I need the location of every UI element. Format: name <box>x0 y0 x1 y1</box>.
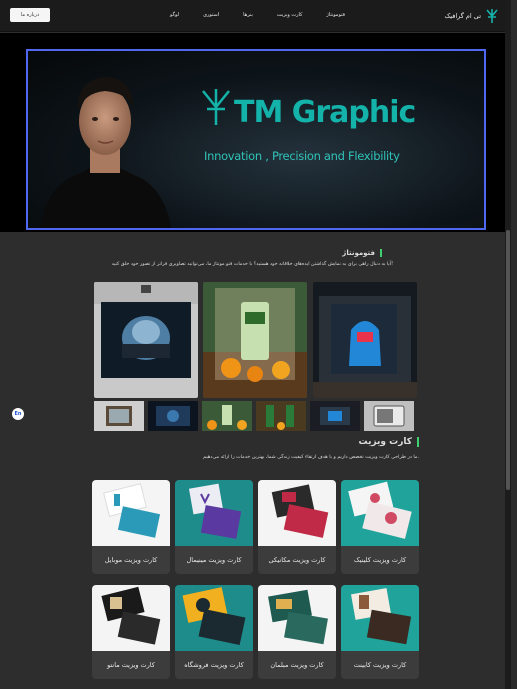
thumbnail-tv[interactable] <box>94 401 144 431</box>
nav-item-business-card[interactable]: کارت ویزیت <box>277 12 302 18</box>
card-cabinet-image <box>341 585 419 651</box>
page-scrollbar[interactable] <box>505 0 511 689</box>
main-nav: فتومونتاژ کارت ویزیت بنرها استوری لوگو <box>170 12 345 18</box>
nav-item-logo[interactable]: لوگو <box>170 12 179 18</box>
gallery-image-cave[interactable] <box>94 282 198 398</box>
business-card-title: کارت ویزیت <box>359 437 419 447</box>
card-furniture-image <box>258 585 336 651</box>
hero-title: TM Graphic <box>234 95 416 130</box>
card-mobile-image <box>92 480 170 546</box>
card-clinic[interactable]: کارت ویزیت کلینیک <box>341 480 419 574</box>
business-card-description: ما در طراحی کارت ویزیت تخصص داریم و با ه… <box>203 455 419 460</box>
photomontage-description: آیا به دنبال راهی برای به نمایش گذاشتن ا… <box>111 262 393 267</box>
gallery-image-juice[interactable] <box>203 282 307 398</box>
hero-banner: TM Graphic Innovation , Precision and Fl… <box>0 33 511 232</box>
page: درباره ما فتومونتاژ کارت ویزیت بنرها است… <box>0 0 511 689</box>
thumbnail-monitor[interactable] <box>310 401 360 431</box>
hero-image: TM Graphic Innovation , Precision and Fl… <box>26 49 486 230</box>
card-mobile[interactable]: کارت ویزیت موبایل <box>92 480 170 574</box>
scrollbar-thumb[interactable] <box>506 230 510 490</box>
thumbnail-juice[interactable] <box>202 401 252 431</box>
gallery-image-hooded-figure[interactable] <box>313 282 417 398</box>
thumbnail-screen[interactable] <box>148 401 198 431</box>
card-manteau-image <box>92 585 170 651</box>
card-mechanic-image <box>258 480 336 546</box>
card-label: کارت ویزیت مکانیکی <box>268 556 326 564</box>
card-clinic-image <box>341 480 419 546</box>
brand-name: تی ام گرافیک <box>444 12 481 20</box>
card-label: کارت ویزیت کابینت <box>353 661 407 669</box>
card-label: کارت ویزیت فروشگاه <box>184 661 244 669</box>
nav-item-photomontage[interactable]: فتومونتاژ <box>326 12 345 18</box>
gallery-thumbnails <box>94 401 418 431</box>
card-furniture[interactable]: کارت ویزیت مبلمان <box>258 585 336 679</box>
about-us-button[interactable]: درباره ما <box>10 8 50 22</box>
card-label: کارت ویزیت کلینیک <box>353 556 407 564</box>
brand[interactable]: تی ام گرافیک <box>444 8 499 24</box>
thumbnail-bottles[interactable] <box>256 401 306 431</box>
card-minimal-image <box>175 480 253 546</box>
card-label: کارت ویزیت مبلمان <box>270 661 324 669</box>
tm-logo-icon <box>486 9 498 23</box>
top-navbar: درباره ما فتومونتاژ کارت ویزیت بنرها است… <box>0 0 511 32</box>
language-toggle-button[interactable]: En <box>12 408 24 420</box>
card-label: کارت ویزیت موبایل <box>104 556 158 564</box>
card-label: کارت ویزیت مانتو <box>107 661 155 669</box>
designer-portrait <box>40 77 172 228</box>
nav-item-banners[interactable]: بنرها <box>243 12 253 18</box>
hero-subtitle: Innovation , Precision and Flexibility <box>204 149 400 163</box>
photomontage-title: فتومونتاژ <box>342 249 382 257</box>
card-mechanic[interactable]: کارت ویزیت مکانیکی <box>258 480 336 574</box>
card-store-image <box>175 585 253 651</box>
card-label: کارت ویزیت مینیمال <box>186 556 242 564</box>
tm-graphic-logo-icon <box>202 89 230 125</box>
card-minimal[interactable]: کارت ویزیت مینیمال <box>175 480 253 574</box>
card-cabinet[interactable]: کارت ویزیت کابینت <box>341 585 419 679</box>
nav-item-story[interactable]: استوری <box>203 12 219 18</box>
thumbnail-retro-tv[interactable] <box>364 401 414 431</box>
card-manteau[interactable]: کارت ویزیت مانتو <box>92 585 170 679</box>
card-store[interactable]: کارت ویزیت فروشگاه <box>175 585 253 679</box>
